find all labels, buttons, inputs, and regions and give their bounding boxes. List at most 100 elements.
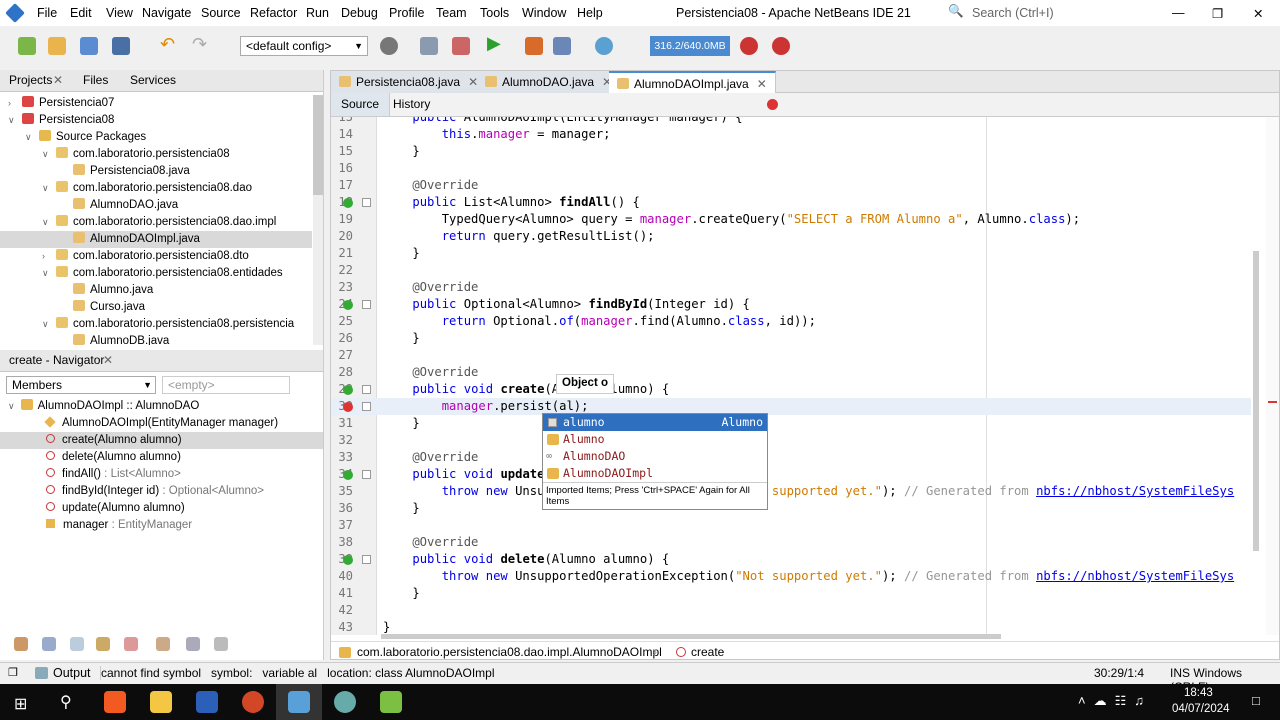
chevron-down-icon[interactable]: ∨ <box>42 265 49 282</box>
maximize-button[interactable]: ❐ <box>1212 6 1223 21</box>
scrollbar[interactable] <box>313 95 323 345</box>
tree-item[interactable]: › com.laboratorio.persistencia08.dto <box>0 248 312 265</box>
output-tab[interactable]: Output <box>53 666 91 680</box>
menu-profile[interactable]: Profile <box>389 6 424 20</box>
sort-icon[interactable] <box>186 637 200 651</box>
undo-icon[interactable]: ↶ <box>160 34 178 54</box>
fold-icon[interactable] <box>362 555 371 564</box>
memory-indicator[interactable]: 316.2/640.0MB <box>650 36 730 56</box>
menu-view[interactable]: View <box>106 6 133 20</box>
menu-refactor[interactable]: Refactor <box>250 6 297 20</box>
tree-item[interactable]: ∨ com.laboratorio.persistencia08.persiste… <box>0 316 312 333</box>
fold-icon[interactable] <box>362 402 371 411</box>
menu-run[interactable]: Run <box>306 6 329 20</box>
implements-icon[interactable] <box>343 385 353 395</box>
chevron-down-icon[interactable]: ∨ <box>42 180 49 197</box>
completion-item[interactable]: Alumno <box>543 431 767 448</box>
tree-item[interactable]: ∨ Source Packages <box>0 129 312 146</box>
new-project-icon[interactable] <box>48 37 66 55</box>
editor-tab[interactable]: AlumnoDAO.java ✕ <box>477 71 622 93</box>
completion-item[interactable]: AlumnoDAOImpl <box>543 465 767 482</box>
completion-item[interactable]: alumno Alumno <box>543 414 767 431</box>
tree-item[interactable]: ∨ com.laboratorio.persistencia08.entidade… <box>0 265 312 282</box>
tree-item[interactable]: ∨ com.laboratorio.persistencia08.dao.impl <box>0 214 312 231</box>
chevron-down-icon[interactable]: ∨ <box>25 129 32 146</box>
breadcrumb-class[interactable]: com.laboratorio.persistencia08.dao.impl.… <box>357 642 662 662</box>
minimize-button[interactable]: — <box>1172 6 1185 20</box>
close-icon[interactable]: ✕ <box>757 77 767 91</box>
word-icon[interactable] <box>196 691 218 713</box>
navigator-root[interactable]: ∨ AlumnoDAOImpl :: AlumnoDAO <box>8 398 199 415</box>
filter-icon[interactable] <box>14 637 28 651</box>
globe-icon[interactable] <box>380 37 398 55</box>
navigator-item[interactable]: delete(Alumno alumno) <box>0 449 323 466</box>
editor-tab[interactable]: Persistencia08.java ✕ <box>331 71 488 93</box>
members-select[interactable]: Members ▼ <box>6 376 156 394</box>
menu-tools[interactable]: Tools <box>480 6 509 20</box>
tree-item[interactable]: Curso.java <box>0 299 312 316</box>
navigator-item[interactable]: findAll() : List<Alumno> <box>0 466 323 483</box>
close-icon[interactable]: ✕ <box>53 73 63 87</box>
code-area[interactable]: 13 public AlumnoDAOImpl(EntityManager ma… <box>331 117 1266 635</box>
powerpoint-icon[interactable] <box>242 691 264 713</box>
implements-icon[interactable] <box>343 470 353 480</box>
filter-select[interactable]: <empty> <box>162 376 290 394</box>
build-icon[interactable] <box>452 37 470 55</box>
clock-date[interactable]: 04/07/2024 <box>1172 703 1230 715</box>
vertical-scrollbar[interactable] <box>1253 251 1259 551</box>
tree-item[interactable]: Persistencia08.java <box>0 163 312 180</box>
fold-icon[interactable] <box>362 385 371 394</box>
dbeaver-icon[interactable] <box>334 691 356 713</box>
chevron-right-icon[interactable]: › <box>42 248 45 265</box>
attach-icon[interactable] <box>595 37 613 55</box>
gc-icon[interactable] <box>740 37 758 55</box>
menu-source[interactable]: Source <box>201 6 241 20</box>
implements-icon[interactable] <box>343 198 353 208</box>
implements-icon[interactable] <box>343 555 353 565</box>
notifications-icon[interactable]: □ <box>1252 693 1260 708</box>
chevron-right-icon[interactable]: › <box>8 95 11 112</box>
navigator-item[interactable]: manager : EntityManager <box>0 517 323 534</box>
filter-icon[interactable] <box>124 637 138 651</box>
config-select[interactable]: <default config> ▼ <box>240 36 368 56</box>
tab-projects[interactable]: Projects <box>9 73 52 87</box>
debug-icon[interactable] <box>525 37 543 55</box>
new-file-icon[interactable] <box>18 37 36 55</box>
menu-window[interactable]: Window <box>522 6 566 20</box>
search-icon[interactable]: ⚲ <box>60 692 72 712</box>
menu-team[interactable]: Team <box>436 6 467 20</box>
profile-icon[interactable] <box>553 37 571 55</box>
chevron-down-icon[interactable]: ∨ <box>42 146 49 163</box>
history-button[interactable]: History <box>393 93 430 116</box>
menu-edit[interactable]: Edit <box>70 6 92 20</box>
completion-item[interactable]: ∞ AlumnoDAO <box>543 448 767 465</box>
netbeans-icon[interactable] <box>288 691 310 713</box>
navigator-item[interactable]: AlumnoDAOImpl(EntityManager manager) <box>0 415 323 432</box>
tree-item[interactable]: ∨ com.laboratorio.persistencia08.dao <box>0 180 312 197</box>
open-project-icon[interactable] <box>80 37 98 55</box>
menu-help[interactable]: Help <box>577 6 603 20</box>
filter-icon[interactable] <box>96 637 110 651</box>
filter-icon[interactable] <box>70 637 84 651</box>
tree-item[interactable]: AlumnoDB.java <box>0 333 312 345</box>
tray-icons[interactable]: ˄☁☷♫ <box>1078 693 1152 709</box>
source-button[interactable]: Source <box>331 93 391 116</box>
implements-icon[interactable] <box>343 300 353 310</box>
search-input[interactable]: Search (Ctrl+I) <box>972 6 1054 20</box>
breadcrumb-method[interactable]: create <box>691 642 724 662</box>
notepad-icon[interactable] <box>380 691 402 713</box>
clean-build-icon[interactable] <box>420 37 438 55</box>
tree-item[interactable]: › Persistencia07 <box>0 95 312 112</box>
code-token[interactable]: nbfs://nbhost/SystemFileSys <box>1036 484 1234 498</box>
save-all-icon[interactable] <box>112 37 130 55</box>
clock-time[interactable]: 18:43 <box>1184 687 1213 699</box>
run-icon[interactable]: ▶ <box>487 33 505 53</box>
tree-item[interactable]: AlumnoDAOImpl.java <box>0 231 312 248</box>
restore-icon[interactable]: ❐ <box>8 666 18 679</box>
close-button[interactable]: ✕ <box>1253 6 1263 21</box>
tree-item[interactable]: AlumnoDAO.java <box>0 197 312 214</box>
horizontal-scrollbar[interactable] <box>381 634 1001 639</box>
tree-item[interactable]: ∨ Persistencia08 <box>0 112 312 129</box>
tab-services[interactable]: Services <box>130 73 176 87</box>
code-token[interactable]: nbfs://nbhost/SystemFileSys <box>1036 569 1234 583</box>
